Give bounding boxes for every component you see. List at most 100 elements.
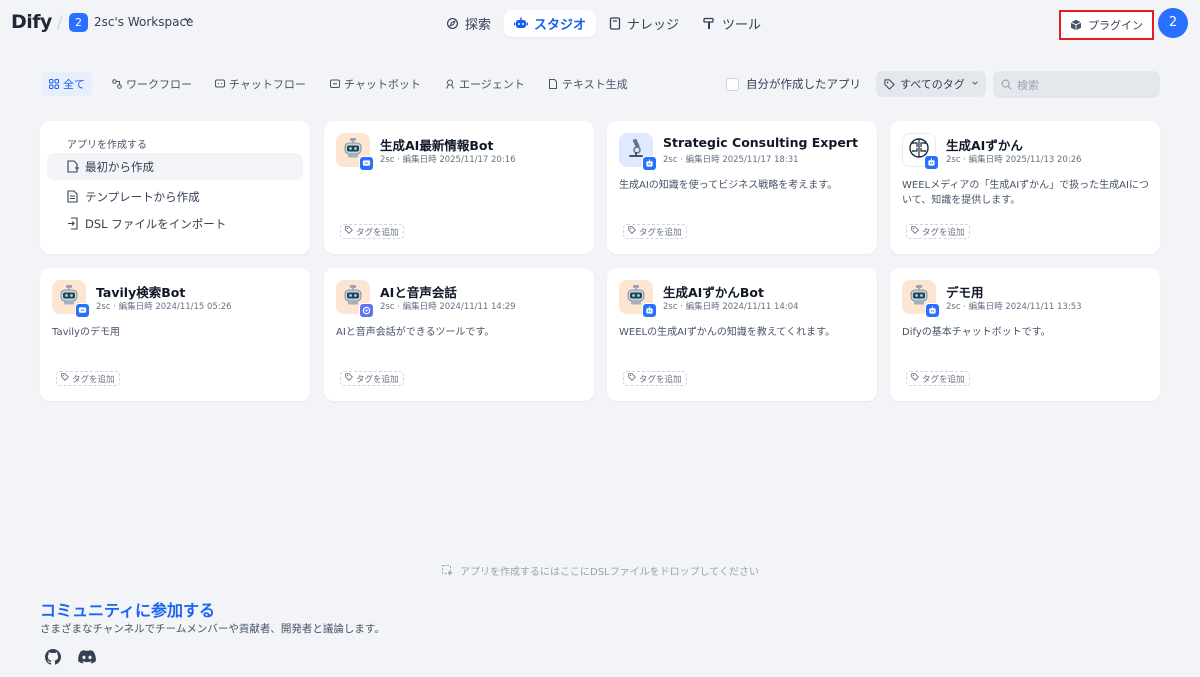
drop-file-icon (442, 564, 453, 576)
search-icon (1001, 79, 1012, 90)
app-description: Tavilyのデモ用 (52, 327, 120, 338)
meta-separator: · (677, 155, 686, 165)
tab-workflow-label: ワークフロー (126, 78, 192, 91)
create-app-title: アプリを作成する (67, 140, 147, 151)
app-card[interactable]: 生成AIずかんBot 2sc · 編集日時 2024/11/11 14:04 WEE… (607, 268, 877, 401)
top-bar: Dify / 2 2sc's Workspace 探索 スタジオ ナレッジ ツー… (0, 0, 1200, 46)
workspace-badge[interactable]: 2 (69, 13, 88, 32)
create-from-template-label: テンプレートから作成 (85, 189, 200, 204)
document-icon (549, 79, 557, 89)
meta-separator: · (110, 302, 119, 312)
add-tag-button[interactable]: タグを追加 (906, 371, 970, 386)
app-type-badge-icon (75, 303, 90, 318)
create-from-template[interactable]: テンプレートから作成 (47, 183, 303, 210)
app-edited: 編集日時 2024/11/11 14:29 (402, 302, 516, 312)
tag-icon (911, 373, 922, 384)
app-author: 2sc (946, 302, 961, 312)
grid-icon (49, 79, 59, 89)
add-tag-button[interactable]: タグを追加 (623, 371, 687, 386)
add-tag-label: タグを追加 (922, 227, 965, 238)
tag-icon (628, 373, 639, 384)
tag-select-label: すべてのタグ (900, 78, 965, 91)
app-author: 2sc (663, 302, 678, 312)
app-edited: 編集日時 2024/11/15 05:26 (118, 302, 232, 312)
nav-studio[interactable]: スタジオ (504, 10, 597, 37)
meta-separator: · (960, 155, 969, 165)
add-tag-button[interactable]: タグを追加 (340, 371, 404, 386)
app-card[interactable]: 生成AIずかん 2sc · 編集日時 2025/11/13 20:26 WEELメデ… (890, 121, 1160, 254)
app-meta: 2sc · 編集日時 2025/11/17 20:16 (380, 153, 516, 165)
nav-tools-label: ツール (722, 18, 762, 33)
workflow-icon (112, 79, 122, 89)
add-tag-label: タグを追加 (639, 227, 682, 238)
app-edited: 編集日時 2024/11/11 14:04 (685, 302, 799, 312)
app-card[interactable]: Tavily検索Bot 2sc · 編集日時 2024/11/15 05:26 Ta… (40, 268, 310, 401)
app-name: 生成AIずかん (946, 138, 1023, 153)
tag-select[interactable]: すべてのタグ (876, 71, 986, 97)
drop-hint: アプリを作成するにはここにDSLファイルをドロップしてください (442, 563, 759, 578)
nav-explore-label: 探索 (465, 18, 492, 33)
app-type-badge-icon (925, 303, 940, 318)
app-description: Difyの基本チャットボットです。 (902, 327, 1051, 338)
app-name: Tavily検索Bot (96, 285, 186, 300)
app-meta: 2sc · 編集日時 2024/11/11 13:53 (946, 300, 1082, 312)
discord-icon[interactable] (78, 649, 96, 669)
nav-explore[interactable]: 探索 (436, 10, 501, 37)
template-icon (67, 190, 78, 203)
tag-icon (345, 373, 356, 384)
workspace-name[interactable]: 2sc's Workspace (94, 15, 193, 29)
chevron-down-icon[interactable] (183, 15, 192, 27)
tab-agent-label: エージェント (459, 78, 525, 91)
add-tag-button[interactable]: タグを追加 (906, 224, 970, 239)
create-from-blank[interactable]: 最初から作成 (47, 153, 303, 180)
dify-logo[interactable]: Dify (11, 11, 52, 33)
add-tag-button[interactable]: タグを追加 (623, 224, 687, 239)
chatbot-icon (330, 79, 340, 88)
tab-workflow[interactable]: ワークフロー (105, 72, 199, 96)
app-name: 生成AI最新情報Bot (380, 138, 494, 153)
app-author: 2sc (663, 155, 678, 165)
community-subtitle: さまざまなチャンネルでチームメンバーや貢献者、開発者と議論します。 (40, 623, 385, 635)
app-type-badge-icon (642, 303, 657, 318)
hammer-icon (703, 17, 714, 29)
app-type-badge-icon (924, 155, 939, 170)
chevron-down-icon (971, 79, 984, 90)
import-dsl[interactable]: DSL ファイルをインポート (47, 210, 303, 237)
app-author: 2sc (380, 302, 395, 312)
app-name: 生成AIずかんBot (663, 285, 764, 300)
avatar[interactable]: 2 (1158, 8, 1188, 38)
app-card[interactable]: デモ用 2sc · 編集日時 2024/11/11 13:53 Difyの基本チャッ… (890, 268, 1160, 401)
tab-chatbot-label: チャットボット (344, 78, 421, 91)
tab-all[interactable]: 全て (42, 72, 92, 96)
app-card[interactable]: 生成AI最新情報Bot 2sc · 編集日時 2025/11/17 20:16 タグ… (324, 121, 594, 254)
tab-agent[interactable]: エージェント (438, 72, 532, 96)
tab-chatflow[interactable]: チャットフロー (208, 72, 313, 96)
app-name: Strategic Consulting Expert (663, 135, 858, 150)
nav-knowledge[interactable]: ナレッジ (599, 10, 689, 37)
my-apps-filter[interactable]: 自分が作成したアプリ (726, 76, 861, 92)
tag-icon (628, 226, 639, 237)
import-dsl-label: DSL ファイルをインポート (85, 216, 227, 231)
add-tag-label: タグを追加 (72, 374, 115, 385)
plugin-button[interactable]: プラグイン (1059, 10, 1154, 40)
nav-knowledge-label: ナレッジ (627, 18, 680, 33)
app-type-badge-icon (642, 156, 657, 171)
search-input[interactable]: 検索 (993, 71, 1160, 98)
app-description: 生成AIの知識を使ってビジネス戦略を考えます。 (619, 180, 838, 191)
tag-icon (61, 373, 72, 384)
add-tag-button[interactable]: タグを追加 (56, 371, 120, 386)
my-apps-checkbox[interactable] (726, 77, 739, 91)
tab-chatbot[interactable]: チャットボット (323, 72, 428, 96)
add-tag-button[interactable]: タグを追加 (340, 224, 404, 239)
app-type-badge-icon (359, 156, 374, 171)
chat-icon (215, 79, 225, 88)
app-icon (902, 280, 940, 318)
tab-text-generation[interactable]: テキスト生成 (541, 72, 635, 96)
app-card[interactable]: Strategic Consulting Expert 2sc · 編集日時 20… (607, 121, 877, 254)
app-card[interactable]: AIと音声会話 2sc · 編集日時 2024/11/11 14:29 AIと音声会… (324, 268, 594, 401)
app-meta: 2sc · 編集日時 2024/11/15 05:26 (96, 300, 232, 312)
add-tag-label: タグを追加 (639, 374, 682, 385)
search-placeholder: 検索 (1017, 78, 1039, 92)
nav-tools[interactable]: ツール (693, 10, 771, 37)
github-icon[interactable] (45, 649, 61, 669)
